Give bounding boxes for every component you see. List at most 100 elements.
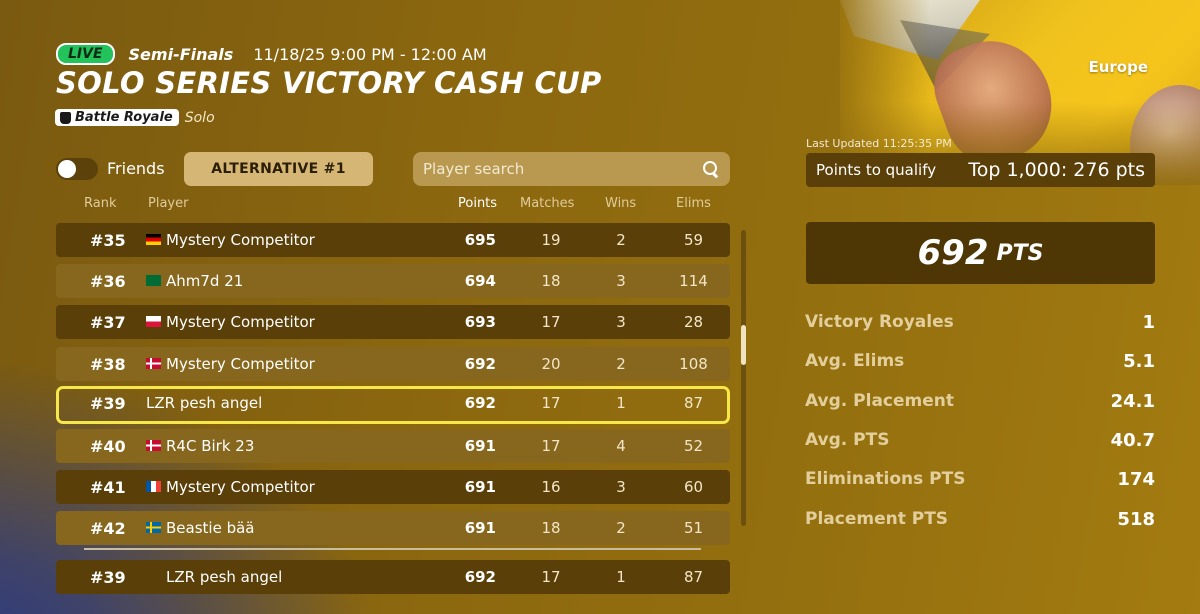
- stat-value: 174: [1117, 469, 1155, 491]
- points-cell: 691: [464, 519, 496, 538]
- battle-royale-icon: [60, 111, 71, 124]
- live-badge: LIVE: [56, 43, 115, 65]
- rank-cell: #36: [90, 272, 126, 292]
- player-search[interactable]: [413, 152, 730, 186]
- qualify-box: Points to qualify Top 1,000: 276 pts: [806, 153, 1155, 187]
- points-cell: 692: [464, 393, 496, 412]
- points-cell: 693: [464, 313, 496, 332]
- stat-value: 518: [1117, 508, 1155, 530]
- rank-cell: #42: [90, 519, 126, 539]
- elims-cell: 87: [683, 568, 704, 586]
- search-input[interactable]: [423, 160, 702, 178]
- stat-label: Avg. Elims: [805, 351, 905, 372]
- player-name: LZR pesh angel: [166, 568, 283, 586]
- elims-cell: 114: [679, 272, 708, 291]
- wins-cell: 4: [616, 437, 626, 455]
- last-updated: Last Updated 11:25:35 PM: [806, 137, 952, 150]
- matches-cell: 18: [541, 272, 561, 291]
- elims-cell: 59: [683, 231, 704, 249]
- table-row[interactable]: #38 Mystery Competitor 692 20 2 108: [56, 346, 730, 381]
- player-name: Mystery Competitor: [166, 354, 315, 373]
- matches-cell: 19: [541, 231, 561, 249]
- region-label: Europe: [1088, 58, 1148, 76]
- rank-cell: #39: [90, 393, 126, 413]
- rank-cell: #35: [90, 231, 126, 250]
- elims-cell: 108: [679, 354, 708, 373]
- rank-cell: #41: [90, 478, 126, 498]
- player-name: R4C Birk 23: [166, 437, 255, 455]
- elims-cell: 52: [683, 437, 704, 455]
- table-header: Rank Player Points Matches Wins Elims: [56, 196, 730, 214]
- table-row[interactable]: #41 Mystery Competitor 691 16 3 60: [56, 470, 730, 505]
- stat-value: 1: [1142, 312, 1155, 333]
- wins-cell: 1: [616, 393, 626, 412]
- player-name: Ahm7d 21: [166, 272, 244, 291]
- matches-cell: 17: [541, 393, 561, 412]
- stat-value: 40.7: [1110, 429, 1155, 451]
- mode-tags: Battle Royale Solo: [55, 109, 215, 126]
- stat-row: Avg. Elims 5.1: [805, 351, 1155, 375]
- stat-value: 24.1: [1110, 390, 1155, 412]
- rank-cell: #40: [90, 437, 126, 456]
- stat-row: Placement PTS 518: [805, 509, 1155, 533]
- points-cell: 692: [464, 354, 496, 373]
- flag-se-icon: [146, 522, 161, 534]
- header-matches[interactable]: Matches: [520, 196, 574, 211]
- page-title: SOLO SERIES VICTORY CASH CUP: [56, 66, 602, 100]
- total-points: 692: [917, 233, 989, 273]
- flag-de-icon: [146, 234, 161, 245]
- search-icon[interactable]: [702, 160, 720, 178]
- header-points[interactable]: Points: [458, 196, 497, 211]
- wins-cell: 2: [616, 231, 626, 249]
- scrollbar-thumb[interactable]: [741, 325, 746, 365]
- points-cell: 694: [464, 272, 496, 291]
- rank-cell: #37: [90, 313, 126, 333]
- stat-row: Avg. Placement 24.1: [805, 391, 1155, 415]
- stat-label: Eliminations PTS: [805, 469, 966, 490]
- flag-fr-icon: [146, 481, 161, 493]
- scrollbar[interactable]: [741, 230, 746, 526]
- table-row[interactable]: #36 Ahm7d 21 694 18 3 114: [56, 264, 730, 299]
- flag-pl-icon: [146, 316, 161, 328]
- player-name: Mystery Competitor: [166, 313, 315, 332]
- mode-type: Solo: [184, 109, 215, 126]
- matches-cell: 16: [541, 478, 561, 497]
- table-row[interactable]: #42 Beastie bää 691 18 2 51: [56, 511, 730, 546]
- table-row[interactable]: #37 Mystery Competitor 693 17 3 28: [56, 305, 730, 340]
- stat-label: Avg. Placement: [805, 390, 955, 411]
- header-player: Player: [148, 196, 189, 211]
- alternative-button[interactable]: ALTERNATIVE #1: [184, 152, 373, 186]
- flag-dk-icon: [146, 440, 161, 451]
- header-wins[interactable]: Wins: [605, 196, 636, 211]
- stat-row: Victory Royales 1: [805, 312, 1155, 336]
- rank-cell: #38: [90, 354, 126, 374]
- stat-row: Avg. PTS 40.7: [805, 430, 1155, 454]
- elims-cell: 51: [683, 519, 704, 538]
- stat-value: 5.1: [1123, 351, 1155, 373]
- points-cell: 691: [464, 478, 496, 497]
- table-row[interactable]: #35 Mystery Competitor 695 19 2 59: [56, 223, 730, 257]
- matches-cell: 17: [541, 568, 561, 586]
- rank-cell: #39: [90, 568, 126, 587]
- mode-badge: Battle Royale: [55, 109, 179, 126]
- wins-cell: 3: [616, 313, 626, 332]
- event-datetime: 11/18/25 9:00 PM - 12:00 AM: [253, 44, 487, 64]
- table-row[interactable]: #40 R4C Birk 23 691 17 4 52: [56, 429, 730, 463]
- pinned-player-row[interactable]: #39 LZR pesh angel 692 17 1 87: [56, 560, 730, 594]
- stat-label: Placement PTS: [805, 508, 949, 529]
- points-cell: 691: [464, 437, 496, 455]
- matches-cell: 18: [541, 519, 561, 538]
- header-elims[interactable]: Elims: [676, 196, 711, 211]
- stat-label: Avg. PTS: [805, 429, 890, 450]
- wins-cell: 3: [616, 478, 626, 497]
- matches-cell: 20: [541, 354, 561, 373]
- toggle-knob: [58, 160, 76, 178]
- mode-badge-label: Battle Royale: [75, 110, 173, 125]
- qualify-value: Top 1,000: 276 pts: [968, 159, 1145, 181]
- flag-sa-icon: [146, 275, 161, 287]
- divider: [84, 548, 701, 550]
- friends-toggle[interactable]: [56, 158, 98, 180]
- elims-cell: 28: [683, 313, 704, 332]
- table-row-current-player[interactable]: #39 LZR pesh angel 692 17 1 87: [56, 385, 730, 424]
- qualify-label: Points to qualify: [816, 161, 937, 179]
